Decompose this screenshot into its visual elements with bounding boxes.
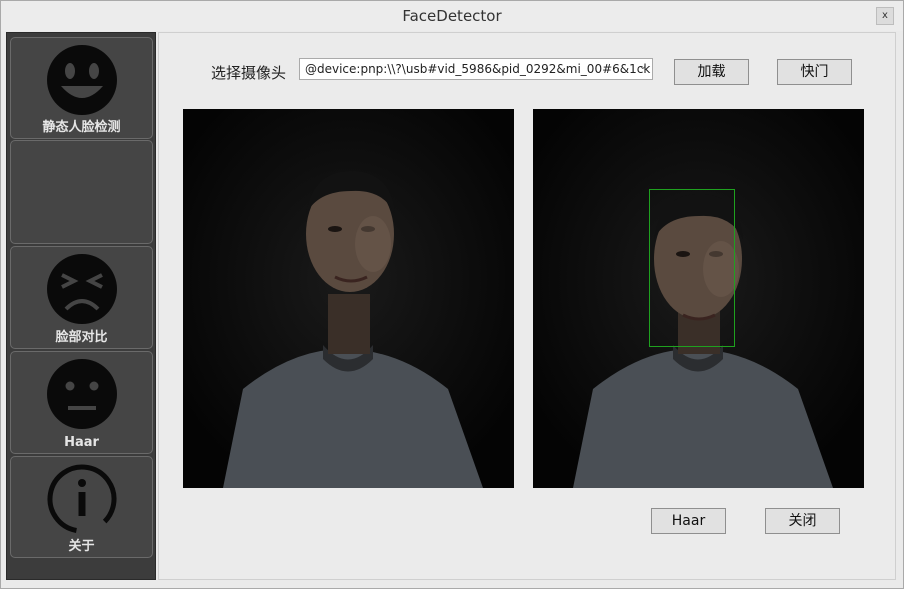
haar-button[interactable]: Haar	[651, 508, 726, 534]
sidebar-item-label: 关于	[68, 539, 95, 554]
sidebar-item-static-face-detection[interactable]: 静态人脸检测	[10, 37, 153, 139]
sidebar-item-face-compare[interactable]: 脸部对比	[10, 246, 153, 349]
frowning-face-icon	[47, 254, 117, 324]
detection-result-image	[533, 109, 864, 488]
sidebar-item-label: Haar	[64, 435, 99, 450]
camera-preview-image	[183, 109, 514, 488]
close-button[interactable]: 关闭	[765, 508, 840, 534]
sidebar-item-label: 脸部对比	[55, 330, 108, 345]
person-photo	[183, 109, 514, 488]
camera-label: 选择摄像头	[211, 64, 287, 82]
sidebar-item-empty[interactable]	[10, 140, 153, 244]
window-close-button[interactable]: x	[876, 7, 894, 25]
chevron-down-icon[interactable]: ⌄	[639, 61, 647, 72]
smiley-face-icon	[47, 45, 117, 115]
neutral-face-icon	[47, 359, 117, 429]
title-bar: FaceDetector x	[1, 1, 903, 31]
camera-select[interactable]: @device:pnp:\\?\usb#vid_5986&pid_0292&mi…	[299, 58, 653, 80]
window-title: FaceDetector	[402, 7, 502, 25]
sidebar-item-about[interactable]: 关于	[10, 456, 153, 558]
sidebar: 静态人脸检测 脸部对比 Haar 关于	[6, 32, 156, 580]
sidebar-item-label: 静态人脸检测	[42, 120, 121, 135]
face-detection-box	[649, 189, 735, 347]
camera-select-value: @device:pnp:\\?\usb#vid_5986&pid_0292&mi…	[305, 62, 651, 76]
info-icon	[47, 464, 117, 534]
load-button[interactable]: 加载	[674, 59, 749, 85]
shutter-button[interactable]: 快门	[777, 59, 852, 85]
sidebar-item-haar[interactable]: Haar	[10, 351, 153, 454]
